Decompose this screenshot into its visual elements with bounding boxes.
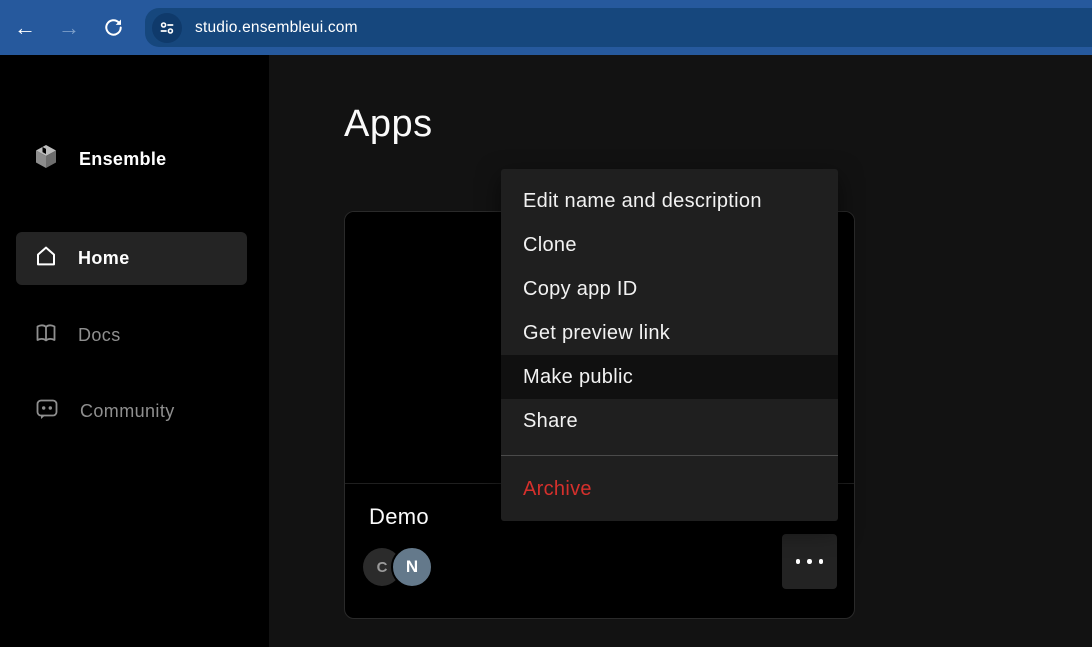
menu-item-make-public[interactable]: Make public [501,355,838,399]
sidebar-item-label: Community [80,401,175,422]
home-icon [34,244,58,273]
collaborator-avatars: C N [363,545,433,589]
forward-icon[interactable]: → [52,11,86,45]
more-options-button[interactable] [782,534,837,589]
menu-divider [501,455,838,456]
url-text: studio.ensembleui.com [195,19,358,37]
reload-icon[interactable] [96,11,130,45]
menu-item-get-preview-link[interactable]: Get preview link [501,311,838,355]
menu-item-archive[interactable]: Archive [501,467,838,511]
back-icon[interactable]: ← [8,11,42,45]
app-context-menu: Edit name and description Clone Copy app… [501,169,838,521]
ellipsis-icon [796,559,824,564]
sidebar: Ensemble Home Docs [0,55,269,647]
avatar: N [391,546,433,588]
sidebar-item-label: Docs [78,325,121,346]
sidebar-item-home[interactable]: Home [16,232,247,285]
docs-book-icon [34,321,58,350]
browser-window: ← → studio.ensembleui.com [0,0,1092,647]
brand: Ensemble [33,143,166,176]
site-settings-icon[interactable] [152,13,182,43]
ensemble-logo-icon [33,143,59,176]
menu-item-copy-app-id[interactable]: Copy app ID [501,267,838,311]
menu-item-share[interactable]: Share [501,399,838,443]
sidebar-item-label: Home [78,248,130,269]
sidebar-item-community[interactable]: Community [16,385,247,438]
menu-item-edit-name[interactable]: Edit name and description [501,179,838,223]
page-title: Apps [344,103,433,146]
address-bar[interactable]: studio.ensembleui.com [145,8,1092,47]
sidebar-item-docs[interactable]: Docs [16,309,247,362]
app-name: Demo [369,504,429,530]
menu-item-clone[interactable]: Clone [501,223,838,267]
discord-icon [34,396,60,427]
brand-name: Ensemble [79,149,166,170]
browser-toolbar: ← → studio.ensembleui.com [0,0,1092,55]
